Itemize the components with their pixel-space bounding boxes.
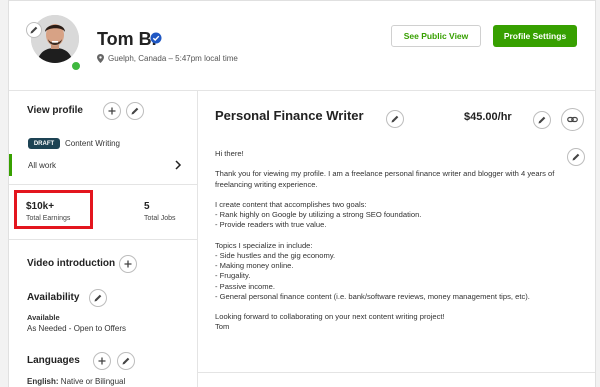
profile-title: Personal Finance Writer bbox=[215, 108, 364, 123]
profile-overview: Hi there! Thank you for viewing my profi… bbox=[215, 149, 555, 332]
edit-title-button[interactable] bbox=[386, 110, 404, 128]
profile-header: Tom B. Guelph, Canada – 5:47pm local tim… bbox=[9, 1, 595, 91]
specialized-profile-link[interactable]: Content Writing bbox=[65, 139, 120, 148]
location-text: Guelph, Canada – 5:47pm local time bbox=[108, 54, 238, 63]
plus-icon bbox=[108, 107, 116, 115]
pencil-icon bbox=[538, 116, 546, 124]
edit-rate-button[interactable] bbox=[533, 111, 551, 129]
language-english: English: Native or Bilingual bbox=[27, 377, 125, 386]
location-line: Guelph, Canada – 5:47pm local time bbox=[97, 54, 238, 63]
verified-badge-icon bbox=[150, 32, 162, 44]
add-video-button[interactable] bbox=[119, 255, 137, 273]
hourly-rate: $45.00/hr bbox=[464, 111, 512, 123]
earnings-highlight-box bbox=[14, 190, 93, 229]
add-profile-button[interactable] bbox=[103, 102, 121, 120]
total-jobs-value: 5 bbox=[144, 201, 150, 212]
see-public-view-button[interactable]: See Public View bbox=[391, 25, 481, 47]
availability-status: Available bbox=[27, 313, 60, 322]
profile-name: Tom B. bbox=[97, 29, 157, 49]
plus-icon bbox=[124, 260, 132, 268]
availability-detail: As Needed - Open to Offers bbox=[27, 324, 127, 333]
edit-photo-button[interactable] bbox=[26, 22, 42, 38]
profile-settings-button[interactable]: Profile Settings bbox=[493, 25, 577, 47]
location-pin-icon bbox=[97, 54, 104, 63]
languages-title: Languages bbox=[27, 355, 80, 366]
link-icon bbox=[567, 116, 578, 123]
profile-card: Tom B. Guelph, Canada – 5:47pm local tim… bbox=[8, 0, 596, 387]
pencil-icon bbox=[122, 357, 130, 365]
pencil-icon bbox=[30, 26, 38, 34]
availability-title: Availability bbox=[27, 292, 80, 303]
edit-overview-button[interactable] bbox=[567, 148, 585, 166]
edit-languages-button[interactable] bbox=[117, 352, 135, 370]
divider bbox=[9, 239, 197, 240]
pencil-icon bbox=[131, 107, 139, 115]
pencil-icon bbox=[391, 115, 399, 123]
edit-view-profile-button[interactable] bbox=[126, 102, 144, 120]
view-profile-title: View profile bbox=[27, 105, 83, 116]
divider bbox=[9, 184, 197, 185]
divider bbox=[198, 372, 595, 373]
profile-main: Personal Finance Writer $45.00/hr Hi the… bbox=[198, 91, 595, 387]
online-status-dot bbox=[70, 60, 82, 72]
total-jobs-label: Total Jobs bbox=[144, 215, 176, 222]
profile-sidebar: View profile DRAFT Content Writing All w… bbox=[9, 91, 198, 387]
language-name: English: bbox=[27, 377, 59, 386]
plus-icon bbox=[98, 357, 106, 365]
edit-availability-button[interactable] bbox=[89, 289, 107, 307]
all-work-tab[interactable]: All work bbox=[28, 161, 56, 170]
pencil-icon bbox=[572, 153, 580, 161]
chevron-right-icon[interactable] bbox=[174, 160, 182, 170]
add-language-button[interactable] bbox=[93, 352, 111, 370]
pencil-icon bbox=[94, 294, 102, 302]
active-indicator bbox=[9, 154, 12, 176]
draft-badge: DRAFT bbox=[28, 138, 60, 149]
language-level: Native or Bilingual bbox=[58, 377, 126, 386]
video-introduction-title: Video introduction bbox=[27, 258, 116, 269]
copy-link-button[interactable] bbox=[561, 108, 584, 131]
